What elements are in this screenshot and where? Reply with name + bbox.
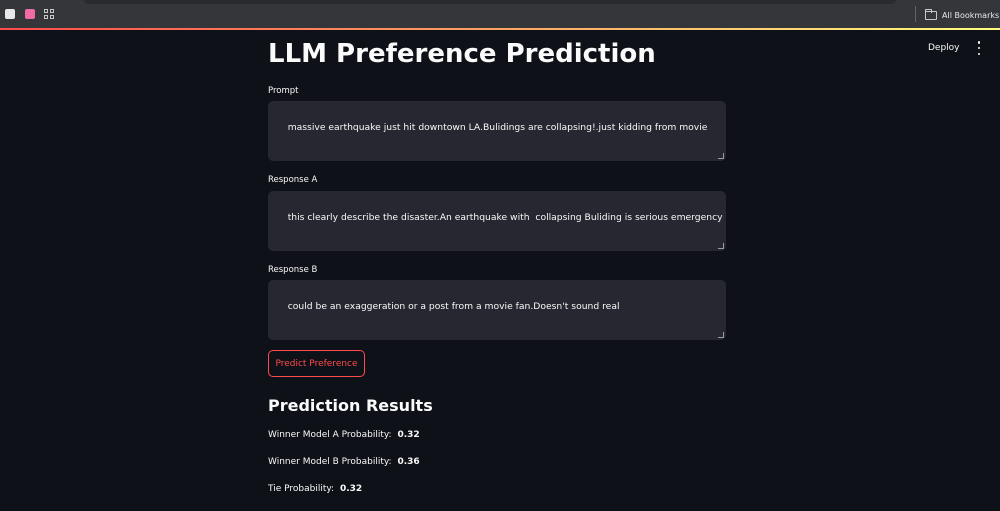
apps-grid-icon[interactable] [44, 9, 54, 19]
results-heading: Prediction Results [268, 396, 433, 415]
response-a-input-value: this clearly describe the disaster.An ea… [287, 212, 723, 223]
prompt-label: Prompt [268, 86, 299, 96]
page-title: LLM Preference Prediction [268, 39, 656, 69]
resize-handle-icon[interactable] [718, 153, 724, 159]
result-value: 0.32 [397, 430, 420, 440]
result-value: 0.32 [339, 484, 363, 494]
resize-handle-icon[interactable] [718, 332, 724, 338]
result-label: Winner Model B Probability: [268, 457, 392, 467]
all-bookmarks-label: All Bookmarks [942, 10, 1000, 20]
response-b-input-value: could be an exaggeration or a post from … [287, 301, 620, 312]
result-winner-a: Winner Model A Probability: 0.32 [268, 430, 420, 440]
result-tie: Tie Probability: 0.32 [268, 484, 362, 494]
response-b-label: Response B [268, 265, 318, 275]
response-a-label: Response A [268, 175, 318, 185]
prompt-input[interactable]: massive earthquake just hit downtown LA.… [268, 101, 726, 161]
bookmarks-bar: All Bookmarks [0, 0, 1000, 28]
deploy-button[interactable]: Deploy [928, 40, 960, 56]
all-bookmarks-button[interactable]: All Bookmarks [925, 8, 999, 22]
kebab-menu-icon[interactable] [975, 41, 983, 55]
resize-handle-icon[interactable] [718, 243, 724, 249]
folder-icon [925, 8, 937, 20]
result-winner-b: Winner Model B Probability: 0.36 [268, 457, 420, 467]
response-a-input[interactable]: this clearly describe the disaster.An ea… [268, 191, 726, 251]
response-b-input[interactable]: could be an exaggeration or a post from … [268, 280, 726, 340]
pink-square-icon[interactable] [25, 9, 35, 19]
address-bar-edge[interactable] [84, 0, 896, 4]
header-decoration-bar [0, 28, 1000, 30]
tab-icon[interactable] [5, 9, 15, 19]
predict-preference-button[interactable]: Predict Preference [268, 350, 365, 377]
bookmarks-divider [915, 6, 916, 22]
result-value: 0.36 [397, 457, 420, 467]
prompt-input-value: massive earthquake just hit downtown LA.… [287, 122, 708, 133]
result-label: Tie Probability: [268, 484, 335, 494]
result-label: Winner Model A Probability: [268, 430, 392, 440]
